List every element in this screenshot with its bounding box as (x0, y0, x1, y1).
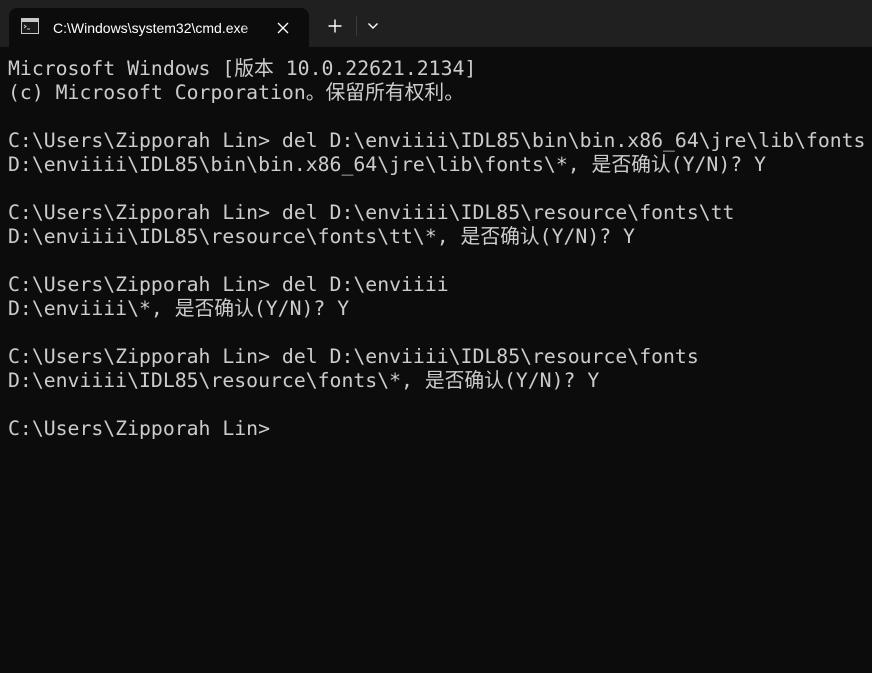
tab-cmd[interactable]: C:\Windows\system32\cmd.exe (9, 8, 309, 47)
console-line: C:\Users\Zipporah Lin> del D:\enviiii\ID… (8, 201, 735, 224)
terminal-window: C:\Windows\system32\cmd.exe Microsoft Wi… (0, 0, 872, 673)
console-output[interactable]: Microsoft Windows [版本 10.0.22621.2134] (… (0, 47, 872, 673)
tab-divider (356, 16, 357, 36)
plus-icon (328, 19, 342, 33)
console-line: (c) Microsoft Corporation。保留所有权利。 (8, 81, 464, 104)
console-line: D:\enviiii\IDL85\resource\fonts\*, 是否确认(… (8, 369, 600, 392)
console-lines: Microsoft Windows [版本 10.0.22621.2134] (… (8, 57, 872, 441)
console-line: D:\enviiii\IDL85\resource\fonts\tt\*, 是否… (8, 225, 635, 248)
close-icon (277, 22, 289, 34)
tab-close-button[interactable] (271, 16, 295, 40)
tab-bar: C:\Windows\system32\cmd.exe (0, 0, 872, 47)
tab-title: C:\Windows\system32\cmd.exe (53, 20, 249, 36)
console-line: D:\enviiii\*, 是否确认(Y/N)? Y (8, 297, 350, 320)
console-prompt: C:\Users\Zipporah Lin> (8, 417, 271, 440)
console-line: C:\Users\Zipporah Lin> del D:\enviiii (8, 273, 449, 296)
new-tab-button[interactable] (321, 12, 349, 40)
chevron-down-icon (368, 23, 378, 29)
console-line: Microsoft Windows [版本 10.0.22621.2134] (8, 57, 477, 80)
console-line: D:\enviiii\IDL85\bin\bin.x86_64\jre\lib\… (8, 153, 766, 176)
console-line: C:\Users\Zipporah Lin> del D:\enviiii\ID… (8, 345, 699, 368)
console-line: C:\Users\Zipporah Lin> del D:\enviiii\ID… (8, 129, 866, 152)
profile-dropdown-button[interactable] (359, 12, 387, 40)
cmd-icon (21, 18, 39, 34)
